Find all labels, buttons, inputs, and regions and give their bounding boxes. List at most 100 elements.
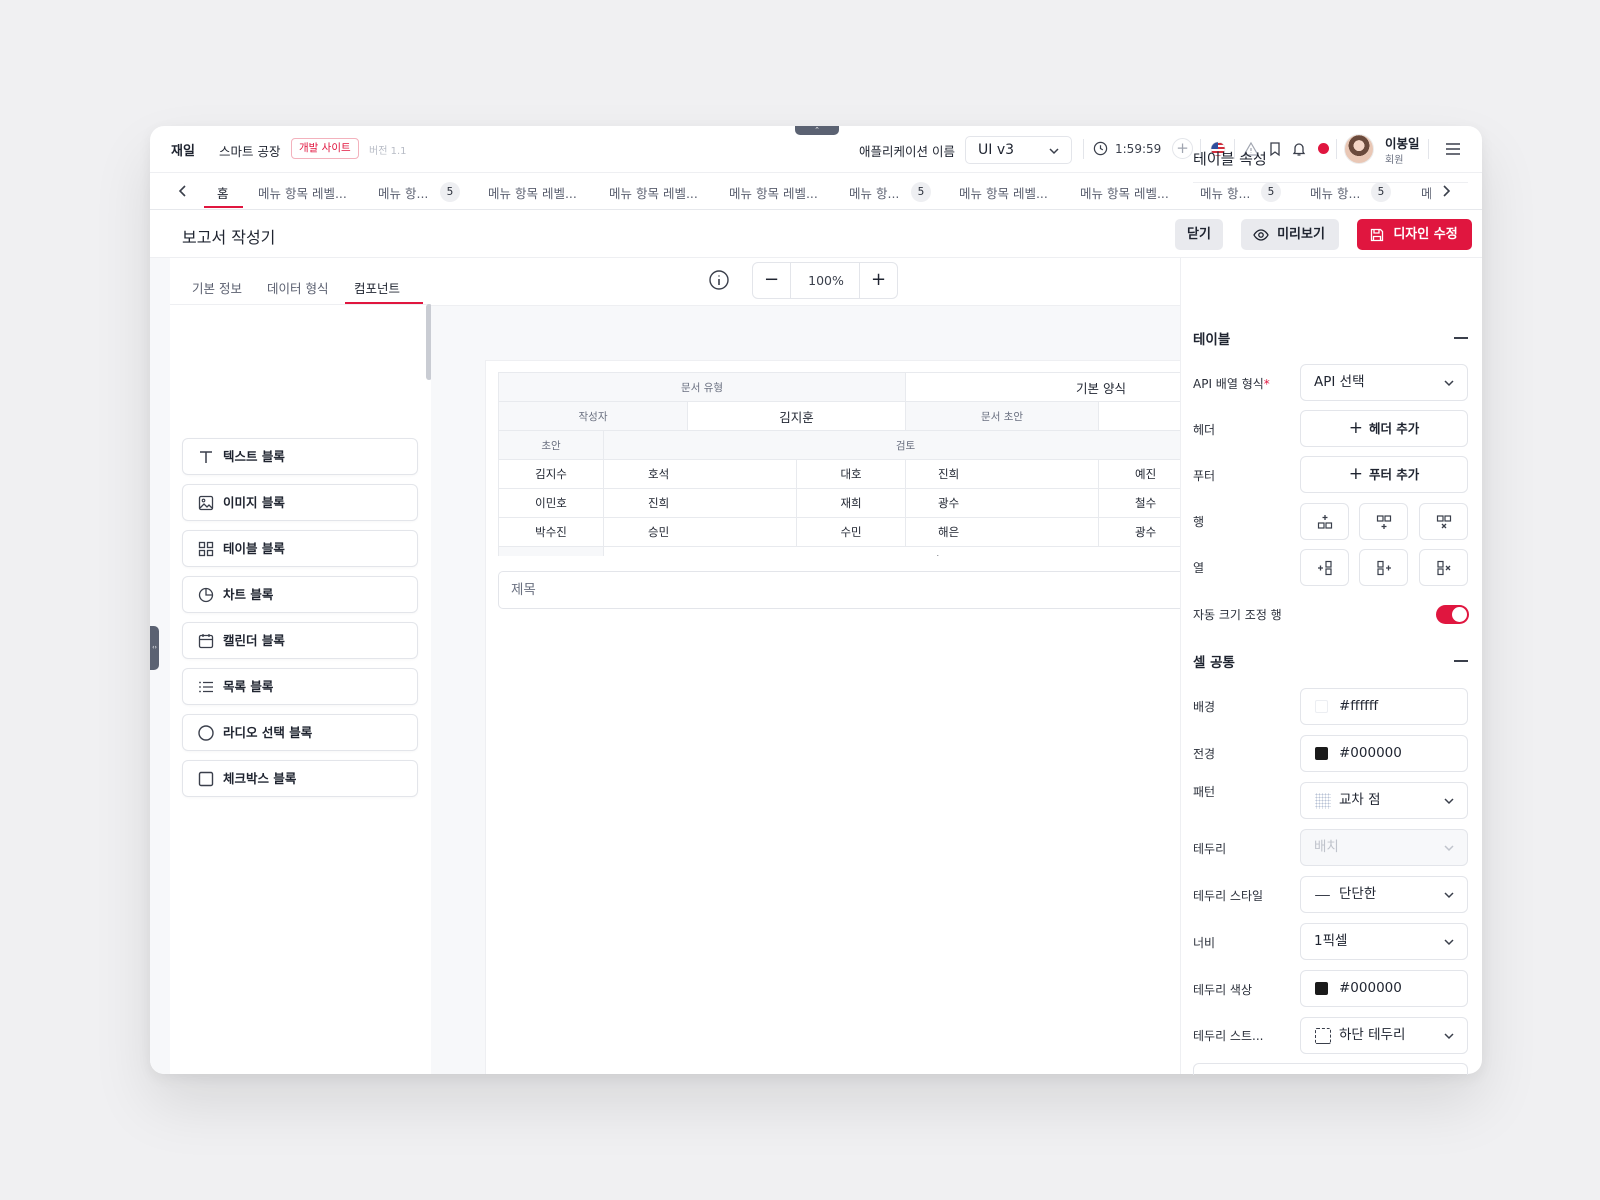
author-value[interactable]: 김지훈 bbox=[686, 401, 907, 431]
table-cell[interactable]: 김지수 bbox=[498, 459, 604, 489]
avatar[interactable] bbox=[1344, 134, 1374, 164]
text-block-item[interactable]: 텍스트 블록 bbox=[182, 438, 418, 475]
table-cell[interactable]: 진희 bbox=[905, 459, 1100, 489]
auto-size-row-toggle[interactable] bbox=[1436, 605, 1469, 624]
extend-session-button[interactable]: + bbox=[1172, 138, 1193, 159]
tab-menu-item[interactable]: 메뉴 항목 레벨... bbox=[488, 183, 577, 202]
tab-menu-item[interactable]: 메뉴 항목 레벨... bbox=[729, 183, 818, 202]
tab-bar: 홈 메뉴 항목 레벨... 메뉴 항... 5 메뉴 항목 레벨... 메뉴 항… bbox=[150, 172, 1482, 210]
tab-menu-item[interactable]: 메뉴 항목 레벨... bbox=[609, 183, 698, 202]
preview-button-label: 미리보기 bbox=[1277, 227, 1325, 242]
table-cell[interactable]: 대호 bbox=[795, 459, 907, 489]
hamburger-menu-icon[interactable] bbox=[1444, 140, 1462, 158]
collapse-icon[interactable] bbox=[1454, 660, 1468, 662]
app-select[interactable]: UI v3 bbox=[965, 136, 1072, 164]
table-section-header[interactable]: 테이블 bbox=[1193, 328, 1230, 348]
insert-row-above-button[interactable] bbox=[1300, 503, 1349, 540]
zoom-out-button[interactable]: − bbox=[753, 263, 791, 298]
api-format-value: API 선택 bbox=[1314, 374, 1365, 390]
table-cell[interactable]: 박수진 bbox=[498, 517, 604, 547]
insert-column-left-button[interactable] bbox=[1300, 549, 1349, 586]
table-cell[interactable]: 재희 bbox=[795, 488, 907, 518]
image-block-item[interactable]: 이미지 블록 bbox=[182, 484, 418, 521]
insert-column-right-button[interactable] bbox=[1359, 549, 1408, 586]
preview-button[interactable]: 미리보기 bbox=[1241, 219, 1339, 250]
reference-label[interactable]: 참조 bbox=[498, 546, 604, 556]
collapse-icon[interactable] bbox=[1454, 337, 1468, 339]
tab-menu-item[interactable]: 메뉴 항... bbox=[849, 183, 899, 202]
foreground-color-input[interactable]: #000000 bbox=[1300, 735, 1468, 772]
tab-basic-info[interactable]: 기본 정보 bbox=[192, 278, 242, 297]
radio-block-item[interactable]: 라디오 선택 블록 bbox=[182, 714, 418, 751]
border-style-select[interactable]: 단단한 bbox=[1300, 876, 1468, 913]
insert-row-below-button[interactable] bbox=[1359, 503, 1408, 540]
table-cell[interactable]: 호석 bbox=[603, 459, 797, 489]
tab-menu-item[interactable]: 메 bbox=[1421, 183, 1431, 202]
draft-label[interactable]: 문서 초안 bbox=[905, 401, 1100, 431]
border-stroke-select[interactable]: 하단 테두리 bbox=[1300, 1017, 1468, 1054]
tab-menu-item[interactable]: 메뉴 항목 레벨... bbox=[959, 183, 1048, 202]
next-field-partial[interactable] bbox=[1193, 1063, 1468, 1075]
tab-data-format[interactable]: 데이터 형식 bbox=[267, 278, 328, 297]
zoom-level: 100% bbox=[808, 273, 844, 288]
app-name-label: 애플리케이션 이름 bbox=[859, 144, 955, 159]
border-color-input[interactable]: #000000 bbox=[1300, 970, 1468, 1007]
add-header-button[interactable]: + 헤더 추가 bbox=[1300, 410, 1468, 447]
table-cell[interactable]: 승민 bbox=[603, 517, 797, 547]
close-button[interactable]: 닫기 bbox=[1175, 219, 1223, 250]
zoom-in-button[interactable]: + bbox=[859, 263, 897, 298]
chart-block-item[interactable]: 차트 블록 bbox=[182, 576, 418, 613]
info-icon[interactable] bbox=[708, 269, 730, 291]
checkbox-block-item[interactable]: 체크박스 블록 bbox=[182, 760, 418, 797]
left-collapse-handle[interactable]: ‹› bbox=[150, 626, 159, 670]
foreground-color-value: #000000 bbox=[1339, 745, 1402, 761]
proposal-label[interactable]: 초안 bbox=[498, 430, 604, 460]
tab-scroll-left-icon[interactable] bbox=[174, 182, 192, 200]
save-design-label: 디자인 수정 bbox=[1393, 227, 1458, 242]
table-cell[interactable]: 수민 bbox=[795, 517, 907, 547]
add-header-label: 헤더 추가 bbox=[1368, 421, 1420, 436]
table-cell[interactable]: 진희 bbox=[603, 488, 797, 518]
save-design-button[interactable]: 디자인 수정 bbox=[1357, 219, 1472, 250]
user-name[interactable]: 이봉일 bbox=[1385, 133, 1420, 152]
calendar-block-item[interactable]: 캘린더 블록 bbox=[182, 622, 418, 659]
tab-home[interactable]: 홈 bbox=[217, 183, 229, 202]
tab-menu-item[interactable]: 메뉴 항... bbox=[1200, 183, 1250, 202]
bookmark-icon[interactable] bbox=[1266, 140, 1284, 158]
cell-common-section-header[interactable]: 셀 공통 bbox=[1193, 651, 1235, 671]
pattern-select[interactable]: 교차 점 bbox=[1300, 782, 1468, 819]
background-color-input[interactable]: #ffffff bbox=[1300, 688, 1468, 725]
tab-menu-item[interactable]: 메뉴 항목 레벨... bbox=[258, 183, 347, 202]
tab-menu-item[interactable]: 메뉴 항... bbox=[378, 183, 428, 202]
list-block-item[interactable]: 목록 블록 bbox=[182, 668, 418, 705]
plus-icon: + bbox=[1348, 464, 1363, 484]
table-cell[interactable]: 이민호 bbox=[498, 488, 604, 518]
table-cell[interactable]: 해은 bbox=[905, 517, 1100, 547]
border-stroke-value: 하단 테두리 bbox=[1339, 1027, 1406, 1043]
author-label[interactable]: 작성자 bbox=[498, 401, 688, 431]
brand-logo[interactable]: 재일 bbox=[171, 140, 195, 159]
divider bbox=[1336, 139, 1337, 159]
breadcrumb[interactable]: 스마트 공장 bbox=[219, 141, 280, 160]
plus-icon: + bbox=[1348, 418, 1363, 438]
tab-scroll-right-icon[interactable] bbox=[1437, 182, 1455, 200]
tab-menu-item[interactable]: 메뉴 항목 레벨... bbox=[1080, 183, 1169, 202]
add-footer-button[interactable]: + 푸터 추가 bbox=[1300, 456, 1468, 493]
border-stroke-label: 테두리 스트... bbox=[1193, 1029, 1264, 1043]
app-select-value: UI v3 bbox=[978, 142, 1015, 158]
delete-row-button[interactable] bbox=[1419, 503, 1468, 540]
tab-components[interactable]: 컴포넌트 bbox=[354, 278, 400, 297]
border-width-select[interactable]: 1픽셀 bbox=[1300, 923, 1468, 960]
top-collapse-handle[interactable]: ⌃ bbox=[795, 126, 839, 135]
doc-type-label[interactable]: 문서 유형 bbox=[498, 372, 907, 402]
table-block-item[interactable]: 테이블 블록 bbox=[182, 530, 418, 567]
table-cell[interactable]: 광수 bbox=[905, 488, 1100, 518]
review-label[interactable]: 검토 bbox=[602, 430, 1209, 460]
delete-row-icon bbox=[1436, 515, 1452, 529]
radio-icon bbox=[198, 725, 214, 741]
api-format-select[interactable]: API 선택 bbox=[1300, 364, 1468, 401]
bell-icon[interactable] bbox=[1290, 140, 1308, 158]
border-placement-select[interactable]: 배치 bbox=[1300, 829, 1468, 866]
delete-column-button[interactable] bbox=[1419, 549, 1468, 586]
tab-menu-item[interactable]: 메뉴 항... bbox=[1310, 183, 1360, 202]
